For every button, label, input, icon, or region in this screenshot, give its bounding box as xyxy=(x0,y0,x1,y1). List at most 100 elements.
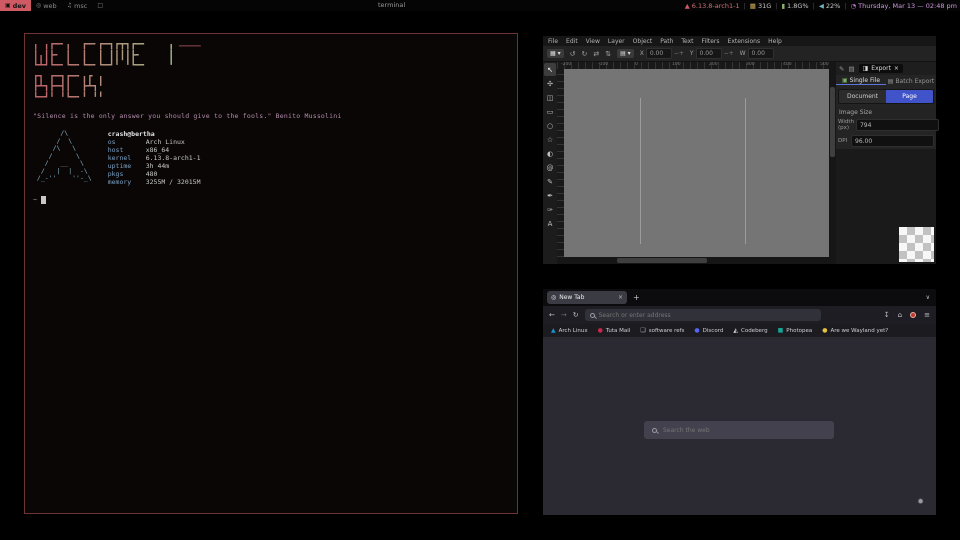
edit-dialog-icon[interactable]: ✎ xyxy=(839,65,844,73)
terminal-window[interactable]: ╻ ╻┏━╸╻ ┏━╸┏━┓┏┳┓┏━╸ ╻ ┃╻┃┣╸ ┃ ┃ ┃ ┃┃┃┃┣… xyxy=(24,33,518,514)
rotate-cw-icon[interactable]: ↻ xyxy=(581,50,587,58)
export-page-button[interactable]: Page xyxy=(886,90,933,103)
align-dropdown[interactable]: ▤ ▾ xyxy=(617,49,634,58)
menu-object[interactable]: Object xyxy=(633,38,653,45)
menu-path[interactable]: Path xyxy=(660,38,673,45)
downloads-button[interactable]: ↧ xyxy=(884,311,890,319)
arch-icon: ▲ xyxy=(685,2,690,10)
text-tool[interactable]: A xyxy=(544,217,556,230)
star-tool[interactable]: ☆ xyxy=(544,133,556,146)
bookmark-arch-linux[interactable]: ▲ Arch Linux xyxy=(551,327,588,334)
rotate-ccw-icon[interactable]: ↺ xyxy=(570,50,576,58)
rectangle-tool[interactable]: ▭ xyxy=(544,105,556,118)
scrollbar-thumb[interactable] xyxy=(830,87,835,157)
url-input[interactable] xyxy=(599,312,816,319)
menu-bar: File Edit View Layer Object Path Text Fi… xyxy=(543,36,936,46)
dpi-input[interactable] xyxy=(851,135,934,147)
menu-edit[interactable]: Edit xyxy=(566,38,578,45)
export-dialog-tab[interactable]: ◨ Export × xyxy=(859,64,903,73)
page-border-left xyxy=(640,98,641,244)
globe-icon: ◎ xyxy=(551,294,556,301)
url-bar[interactable] xyxy=(585,309,821,321)
menu-layer[interactable]: Layer xyxy=(608,38,625,45)
tab-batch-export[interactable]: ▤ Batch Export xyxy=(886,78,936,85)
width-input[interactable] xyxy=(856,119,939,131)
extension-icon[interactable] xyxy=(910,312,916,318)
x-stepper[interactable]: −+ xyxy=(674,50,684,57)
horizontal-scrollbar[interactable] xyxy=(557,257,829,264)
separator: | xyxy=(775,2,777,10)
reload-button[interactable]: ↻ xyxy=(573,311,579,319)
separator: | xyxy=(844,2,846,10)
workspace-msc[interactable]: ♫ msc xyxy=(62,0,93,11)
selector-tool[interactable]: ↖ xyxy=(544,63,556,76)
forward-button[interactable]: → xyxy=(561,311,567,319)
home-button[interactable]: ⌂ xyxy=(898,311,902,319)
scrollbar-thumb[interactable] xyxy=(617,258,707,263)
x-field[interactable]: 0.00 xyxy=(646,48,672,59)
drawing-canvas[interactable] xyxy=(564,69,829,257)
single-file-icon: ▣ xyxy=(842,77,848,84)
back-button[interactable]: ← xyxy=(549,311,555,319)
export-panel: ✎ ▤ ◨ Export × ▣ Single File ▤ Batch Exp… xyxy=(836,62,936,264)
workspace-empty[interactable]: □ xyxy=(92,0,108,11)
flip-vertical-icon[interactable]: ⇅ xyxy=(605,50,611,58)
calligraphy-tool[interactable]: ✑ xyxy=(544,203,556,216)
shell-prompt[interactable]: ~ xyxy=(33,196,509,204)
image-size-label: Image Size xyxy=(836,106,936,117)
disk-icon: ▦ xyxy=(750,2,756,10)
node-tool[interactable]: ✣ xyxy=(544,77,556,90)
bookmark-folder-software-refs[interactable]: ❏ software refs xyxy=(640,327,684,334)
bookmark-photopea[interactable]: ■ Photopea xyxy=(778,327,813,334)
layers-dialog-icon[interactable]: ▤ xyxy=(848,65,854,73)
menu-hamburger-icon[interactable]: ≡ xyxy=(924,311,930,319)
close-icon[interactable]: × xyxy=(894,65,899,72)
workspace-dev[interactable]: ▣ dev xyxy=(0,0,31,11)
workspace-web[interactable]: ◎ web xyxy=(31,0,62,11)
fastfetch-output: /\ / \ /\ \ / \ / __ \ / | | -\ /_-'' ''… xyxy=(33,130,509,186)
memory-module: ▮ 1.8G% xyxy=(781,2,808,10)
tab-overflow-chevron-icon[interactable]: ∨ xyxy=(926,294,930,301)
separator: | xyxy=(744,2,746,10)
bookmark-are-we-wayland-yet[interactable]: ● Are we Wayland yet? xyxy=(822,327,888,334)
spiral-tool[interactable]: @ xyxy=(544,161,556,174)
music-workspace-icon: ♫ xyxy=(67,2,72,9)
gear-icon[interactable]: ✹ xyxy=(917,497,924,506)
bookmark-discord[interactable]: ● Discord xyxy=(694,327,723,334)
volume-module[interactable]: ◀ 22% xyxy=(819,2,840,10)
terminal-workspace-icon: ▣ xyxy=(5,2,11,9)
shape-builder-tool[interactable]: ◫ xyxy=(544,91,556,104)
export-document-button[interactable]: Document xyxy=(839,90,886,103)
menu-filters[interactable]: Filters xyxy=(702,38,720,45)
gradient-tool[interactable]: ◐ xyxy=(544,147,556,160)
menu-text[interactable]: Text xyxy=(681,38,693,45)
workspace-label: web xyxy=(43,2,56,10)
pen-tool[interactable]: ✒ xyxy=(544,189,556,202)
navigation-bar: ← → ↻ ↧ ⌂ ≡ xyxy=(543,306,936,324)
menu-view[interactable]: View xyxy=(586,38,600,45)
tab-single-file[interactable]: ▣ Single File xyxy=(836,77,886,85)
ellipse-tool[interactable]: ○ xyxy=(544,119,556,132)
text-cursor xyxy=(41,196,46,204)
menu-help[interactable]: Help xyxy=(768,38,782,45)
folder-icon: ❏ xyxy=(640,327,645,334)
codeberg-favicon: ◭ xyxy=(733,327,738,334)
w-field[interactable]: 0.00 xyxy=(748,48,774,59)
vertical-scrollbar[interactable] xyxy=(829,62,836,264)
menu-file[interactable]: File xyxy=(548,38,558,45)
bookmark-tuta-mail[interactable]: ● Tuta Mail xyxy=(598,327,631,334)
tab-new-tab[interactable]: ◎ New Tab × xyxy=(547,291,627,304)
tool-controls-bar: ▦ ▾ ↺ ↻ ⇄ ⇅ ▤ ▾ X 0.00 −+ Y 0.00 −+ W 0.… xyxy=(543,46,936,62)
bookmark-codeberg[interactable]: ◭ Codeberg xyxy=(733,327,767,334)
batch-export-icon: ▤ xyxy=(888,78,894,85)
new-tab-button[interactable]: + xyxy=(633,293,640,302)
selection-mode-dropdown[interactable]: ▦ ▾ xyxy=(547,49,564,58)
web-search-input[interactable] xyxy=(663,427,826,434)
flip-horizontal-icon[interactable]: ⇄ xyxy=(593,50,599,58)
menu-extensions[interactable]: Extensions xyxy=(728,38,761,45)
web-search-box[interactable] xyxy=(644,421,834,439)
y-stepper[interactable]: −+ xyxy=(724,50,734,57)
pencil-tool[interactable]: ✎ xyxy=(544,175,556,188)
y-field[interactable]: 0.00 xyxy=(696,48,722,59)
tab-close-icon[interactable]: × xyxy=(618,294,623,301)
